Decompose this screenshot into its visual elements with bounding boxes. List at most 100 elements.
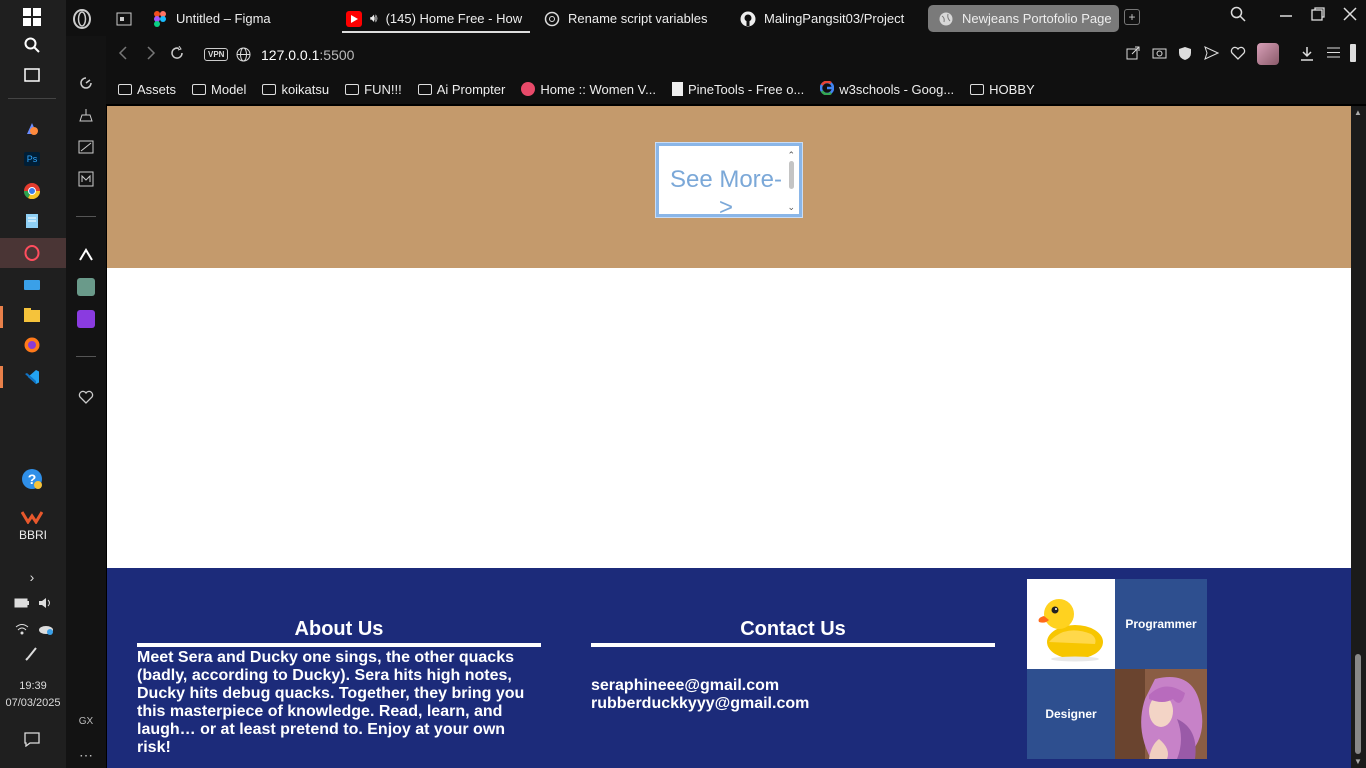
- active-audio-tab-indicator: [342, 31, 530, 33]
- opera-menu-button[interactable]: [72, 5, 102, 32]
- notification-icon[interactable]: [17, 726, 47, 752]
- bookmark-fun[interactable]: FUN!!!: [345, 82, 402, 97]
- bookmark-label: Home :: Women V...: [540, 81, 656, 97]
- tab-github[interactable]: MalingPangsit03/Project: [740, 5, 925, 32]
- tab-youtube[interactable]: 🔊︎ (145) Home Free - How: [346, 5, 524, 32]
- stock-ticker-label: BBRI: [18, 528, 47, 542]
- tab-figma[interactable]: Untitled – Figma: [152, 5, 332, 32]
- close-window-button[interactable]: [1342, 6, 1358, 27]
- search-tabs-icon[interactable]: [1230, 6, 1246, 27]
- folder-icon: [118, 83, 132, 95]
- page-scrollbar[interactable]: ▲ ▼: [1351, 106, 1366, 768]
- back-icon[interactable]: [118, 46, 128, 65]
- aria-ai-icon[interactable]: [74, 244, 98, 266]
- easy-setup-icon[interactable]: [1326, 46, 1341, 62]
- side-panel-toggle[interactable]: [1350, 44, 1356, 65]
- forward-icon[interactable]: [146, 46, 156, 65]
- photoshop-icon[interactable]: Ps: [17, 146, 47, 172]
- shield-icon[interactable]: [1178, 46, 1192, 64]
- tab-label: Newjeans Portofolio Page: [962, 11, 1112, 26]
- stock-app-icon[interactable]: [17, 504, 47, 530]
- gx-label[interactable]: GX: [74, 710, 98, 732]
- see-more-button[interactable]: See More-> ⌃ ⌄: [655, 142, 803, 218]
- camera-icon[interactable]: [1152, 46, 1167, 62]
- copilot-icon[interactable]: [17, 116, 47, 142]
- scroll-up-icon[interactable]: ⌃: [787, 150, 795, 160]
- bookmark-home-women[interactable]: Home :: Women V...: [521, 82, 656, 97]
- scroll-thumb[interactable]: [789, 161, 794, 189]
- clock-time[interactable]: 19:39: [0, 680, 66, 692]
- page-viewport: See More-> ⌃ ⌄ About Us Meet Sera and Du…: [107, 106, 1351, 768]
- windows-start-icon[interactable]: [17, 4, 47, 30]
- bookmark-w3schools[interactable]: w3schools - Goog...: [820, 80, 955, 98]
- tab-label: (145) Home Free - How: [385, 11, 523, 26]
- minimize-button[interactable]: [1278, 4, 1294, 25]
- reload-icon[interactable]: [170, 45, 184, 65]
- document-icon: [671, 82, 683, 96]
- maximize-button[interactable]: [1310, 6, 1326, 27]
- tab-newjeans-portfolio[interactable]: Newjeans Portofolio Page: [928, 5, 1119, 32]
- bookmark-model[interactable]: Model: [192, 82, 246, 97]
- bookmark-pinetools[interactable]: PineTools - Free o...: [671, 82, 804, 97]
- chevron-right-icon[interactable]: ›: [17, 564, 47, 590]
- bookmark-label: w3schools - Goog...: [839, 81, 955, 97]
- browser-tab-bar: Untitled – Figma 🔊︎ (145) Home Free - Ho…: [66, 0, 1366, 36]
- clock-date[interactable]: 07/03/2025: [0, 697, 66, 709]
- notepad-icon[interactable]: [17, 208, 47, 234]
- tab-label: Rename script variables: [568, 11, 708, 26]
- footer: About Us Meet Sera and Ducky one sings, …: [107, 568, 1351, 768]
- pen-icon[interactable]: [17, 640, 47, 666]
- github-icon: [740, 11, 756, 27]
- bookmark-label: HOBBY: [989, 81, 1035, 97]
- team-grid: Programmer Designer: [1027, 579, 1207, 759]
- site-info-icon[interactable]: [236, 47, 251, 65]
- tab-chatgpt[interactable]: Rename script variables: [544, 5, 729, 32]
- scroll-up-arrow-icon[interactable]: ▲: [1354, 108, 1362, 117]
- bookmark-ai-prompter[interactable]: Ai Prompter: [417, 82, 505, 97]
- new-tab-button[interactable]: +: [1124, 9, 1140, 25]
- windows-taskbar: Ps ? BBRI › 19:39 07/03/2025: [0, 0, 66, 768]
- bookmark-koikatsu[interactable]: koikatsu: [262, 82, 329, 97]
- send-icon[interactable]: [1204, 46, 1220, 63]
- video-popout-icon[interactable]: [74, 136, 98, 158]
- contact-email[interactable]: seraphineee@gmail.com: [591, 677, 995, 695]
- opera-gx-icon[interactable]: [17, 240, 47, 266]
- tab-switcher-icon[interactable]: [116, 5, 136, 32]
- battery-icon[interactable]: [12, 590, 32, 616]
- favorite-heart-icon[interactable]: [1230, 46, 1246, 63]
- cleaner-icon[interactable]: [74, 104, 98, 126]
- scroll-down-arrow-icon[interactable]: ▼: [1354, 757, 1362, 766]
- bookmark-assets[interactable]: Assets: [118, 82, 176, 97]
- mail-icon[interactable]: [74, 168, 98, 190]
- profile-avatar[interactable]: [1257, 43, 1279, 68]
- gx-control-icon[interactable]: [74, 72, 98, 94]
- help-icon[interactable]: ?: [17, 466, 47, 492]
- running-indicator: [0, 366, 3, 388]
- url-field[interactable]: 127.0.0.1:5500: [261, 47, 354, 63]
- keyboard-icon[interactable]: [17, 272, 47, 298]
- weather-icon[interactable]: [36, 616, 56, 642]
- contact-email[interactable]: rubberduckkyyy@gmail.com: [591, 695, 995, 713]
- page-scroll-thumb[interactable]: [1355, 654, 1361, 754]
- volume-icon[interactable]: [36, 590, 56, 616]
- downloads-icon[interactable]: [1300, 46, 1314, 64]
- heart-icon[interactable]: [74, 386, 98, 408]
- firefox-icon[interactable]: [17, 332, 47, 358]
- search-icon[interactable]: [17, 32, 47, 58]
- folder-icon: [970, 83, 985, 95]
- task-view-icon[interactable]: [17, 62, 47, 88]
- sidebar-divider: [76, 356, 96, 357]
- folder-icon: [262, 83, 277, 95]
- chatgpt-sidebar-icon[interactable]: [74, 276, 98, 298]
- more-icon[interactable]: ⋯: [74, 744, 98, 766]
- hero-section: See More-> ⌃ ⌄: [107, 106, 1351, 268]
- chrome-icon[interactable]: [17, 178, 47, 204]
- twitch-icon[interactable]: [74, 308, 98, 330]
- scroll-down-icon[interactable]: ⌄: [787, 202, 795, 212]
- vpn-badge[interactable]: VPN: [204, 48, 229, 61]
- vscode-icon[interactable]: [17, 364, 47, 390]
- bookmark-hobby[interactable]: HOBBY: [970, 82, 1035, 97]
- wifi-icon[interactable]: [12, 616, 32, 642]
- share-icon[interactable]: [1126, 46, 1140, 63]
- file-explorer-icon[interactable]: [17, 302, 47, 328]
